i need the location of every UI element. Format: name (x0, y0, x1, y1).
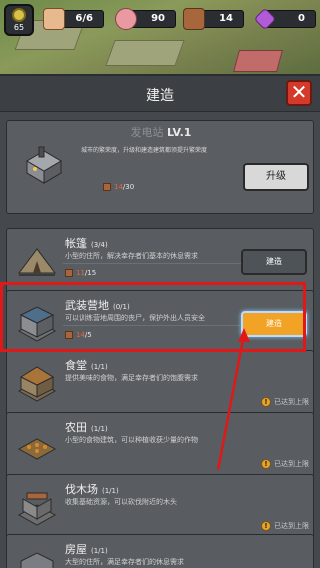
building-name: 房屋 (1/1) (65, 543, 108, 556)
resource-wood[interactable]: 14 (183, 8, 244, 30)
resource-value: 0 (298, 13, 305, 24)
farmland-icon (17, 438, 57, 460)
player-level: 65 (13, 23, 25, 32)
player-level-badge[interactable]: 65 (4, 4, 34, 36)
resource-meat[interactable]: 90 (115, 8, 176, 30)
max-reached-label: ! 已达到上限 (261, 397, 309, 407)
wood-icon (65, 269, 73, 277)
divider (63, 263, 243, 264)
list-item: 食堂 (1/1) 提供美味的食物，满足幸存者们的饱腹需求 ! 已达到上限 (6, 350, 314, 416)
power-station-title: 发电站 LV.1 (7, 124, 315, 140)
level-icon (12, 8, 26, 22)
power-station-name: 发电站 (130, 126, 164, 139)
power-station-description: 城市的繁荣度，升级和建造建筑都须提升繁荣度 (81, 147, 208, 154)
resource-value: 14 (219, 13, 233, 24)
max-reached-label: ! 已达到上限 (261, 459, 309, 469)
building-description: 提供美味的食物，满足幸存者们的饱腹需求 (65, 374, 198, 382)
warning-icon: ! (261, 397, 271, 407)
max-reached-label: ! 已达到上限 (261, 521, 309, 531)
map-tile (105, 40, 185, 66)
lumber-yard-icon (17, 492, 57, 526)
building-description: 收集基础资源，可以砍伐附近的木头 (65, 498, 177, 506)
map-building (233, 50, 283, 72)
resource-bar: 65 6/6 90 14 0 (0, 4, 320, 36)
cost-need: /30 (122, 183, 135, 191)
canteen-icon (17, 366, 57, 402)
build-button[interactable]: 建造 (241, 249, 307, 275)
building-name: 农田 (1/1) (65, 421, 108, 434)
power-station-building-icon (26, 146, 62, 184)
wood-icon (103, 183, 111, 191)
cost-have: 14 (114, 183, 123, 191)
building-name: 伐木场 (1/1) (65, 483, 119, 496)
building-cost: 11/15 (65, 269, 96, 277)
building-description: 小型的住所，解决幸存者们基本的休息需求 (65, 252, 198, 260)
list-item: 房屋 (1/1) 大型的住所，满足幸存者们的休息需求 (6, 534, 314, 568)
modal-header: 建造 ✕ (0, 76, 320, 112)
resource-value: 90 (151, 13, 165, 24)
resource-people[interactable]: 6/6 (43, 8, 104, 30)
highlight-frame (0, 282, 306, 352)
building-name: 食堂 (1/1) (65, 359, 108, 372)
power-station-level: LV.1 (167, 126, 192, 139)
list-item: 伐木场 (1/1) 收集基础资源，可以砍伐附近的木头 ! 已达到上限 (6, 474, 314, 540)
gem-icon (253, 7, 277, 31)
upgrade-button[interactable]: 升级 (243, 163, 309, 191)
meat-icon (115, 8, 137, 30)
people-icon (43, 8, 65, 30)
building-description: 小型的食物建筑，可以种植收获少量的作物 (65, 436, 198, 444)
building-description: 大型的住所，满足幸存者们的休息需求 (65, 558, 184, 566)
wood-icon (183, 8, 205, 30)
house-icon (20, 552, 54, 568)
building-name: 帐篷 (3/4) (65, 237, 108, 250)
warning-icon: ! (261, 459, 271, 469)
close-button[interactable]: ✕ (286, 80, 312, 106)
tent-icon (18, 248, 56, 276)
resource-gem[interactable]: 0 (253, 7, 316, 31)
modal-title: 建造 (146, 88, 174, 104)
power-station-panel: 发电站 LV.1 城市的繁荣度，升级和建造建筑都须提升繁荣度 14/30 升级 (6, 120, 314, 214)
warning-icon: ! (261, 521, 271, 531)
resource-value: 6/6 (75, 13, 93, 24)
power-station-cost: 14/30 (103, 183, 134, 191)
list-item: 农田 (1/1) 小型的食物建筑，可以种植收获少量的作物 ! 已达到上限 (6, 412, 314, 478)
